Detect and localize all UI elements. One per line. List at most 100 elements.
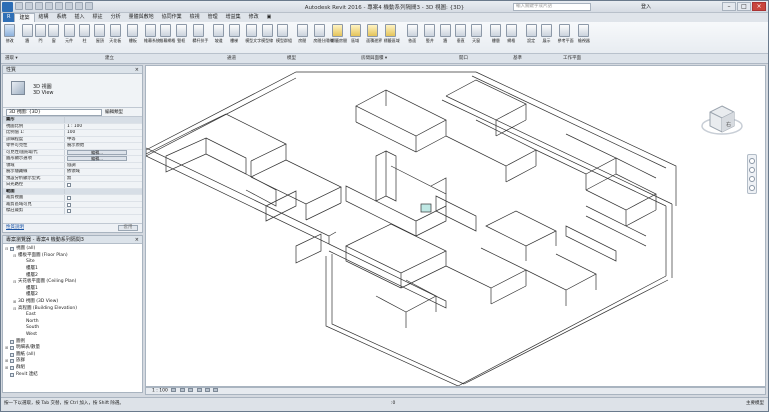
ribbon-tool-7[interactable]: 天花板 [109, 24, 122, 43]
orbit-icon[interactable] [749, 185, 755, 191]
property-value[interactable]: 依領域 [65, 169, 142, 175]
panel-label-1[interactable]: 建立 [105, 55, 114, 61]
viewcube[interactable]: 右 [700, 98, 744, 142]
minimize-button[interactable]: – [722, 2, 736, 11]
ribbon-tool-25[interactable]: 豎井 [423, 24, 436, 43]
tree-item[interactable]: West [5, 332, 142, 339]
ribbon-tool-10[interactable]: 帷幕網格 [159, 24, 175, 43]
tree-item[interactable]: ⊞ 明細表/數量 [5, 345, 142, 352]
instance-selector[interactable]: 3D 視圖: {3D} [6, 108, 102, 116]
property-value[interactable]: 編輯... [65, 156, 142, 162]
edit-button[interactable]: 編輯... [67, 149, 127, 155]
ribbon-tool-13[interactable]: 坡道 [212, 24, 225, 43]
hide-isolate-icon[interactable] [213, 388, 219, 392]
property-value[interactable]: 100 [65, 130, 142, 136]
ribbon-tool-14[interactable]: 樓梯 [228, 24, 241, 43]
tree-item[interactable]: Site [5, 259, 142, 266]
pan-icon[interactable] [749, 167, 755, 173]
tree-item[interactable]: 樓層2 [5, 292, 142, 299]
property-value[interactable] [65, 195, 142, 201]
tree-item[interactable]: South [5, 325, 142, 332]
apply-button[interactable]: 套用 [118, 225, 138, 231]
ribbon-tool-2[interactable]: 門 [34, 24, 47, 43]
tab-13[interactable]: ▣ [263, 13, 276, 22]
ribbon-tool-11[interactable]: 豎框 [175, 24, 188, 43]
ribbon-tool-9[interactable]: 帷幕系統 [144, 24, 160, 43]
tree-item[interactable]: 樓層1 [5, 266, 142, 273]
property-value[interactable]: 中等 [65, 137, 142, 143]
tab-6[interactable]: 分析 [107, 13, 125, 22]
ribbon-tool-24[interactable]: 依面 [406, 24, 419, 43]
type-selector[interactable]: 3D 視圖 3D View [3, 74, 142, 108]
sun-path-icon[interactable] [188, 388, 194, 392]
tab-12[interactable]: 修改 [245, 13, 263, 22]
tab-1[interactable]: 建築 [14, 13, 35, 22]
ribbon-tool-8[interactable]: 樓板 [126, 24, 139, 43]
close-button[interactable]: × [752, 2, 766, 11]
tree-item[interactable]: 圖紙 (all) [5, 352, 142, 359]
property-value[interactable]: 協調 [65, 163, 142, 169]
checkbox[interactable] [67, 196, 71, 200]
ribbon-tool-3[interactable]: 窗 [47, 24, 60, 43]
property-value[interactable] [65, 202, 142, 208]
property-value[interactable] [65, 208, 142, 214]
panel-label-3[interactable]: 模型 [287, 55, 296, 61]
checkbox[interactable] [67, 202, 71, 207]
detail-level-icon[interactable] [171, 388, 177, 392]
ribbon-tool-28[interactable]: 天窗 [470, 24, 483, 43]
tab-2[interactable]: 結構 [35, 13, 53, 22]
ribbon-tool-1[interactable]: 牆 [21, 24, 34, 43]
crop-view-icon[interactable] [205, 388, 211, 392]
ribbon-tool-12[interactable]: 欄杆扶手 [192, 24, 208, 43]
ribbon-tool-20[interactable]: 標籤房間 [331, 24, 347, 43]
tree-item[interactable]: ⊞ 族群 [5, 358, 142, 365]
steering-wheel-icon[interactable] [749, 158, 755, 164]
tree-item[interactable]: ⊟ 天花板平面圖 (Ceiling Plan) [5, 279, 142, 286]
tree-item[interactable]: ⊞ 群組 [5, 365, 142, 372]
panel-label-4[interactable]: 房間與面積 ▾ [361, 55, 387, 61]
ribbon-tool-17[interactable]: 模型群組 [276, 24, 292, 43]
tab-11[interactable]: 增益集 [222, 13, 245, 22]
maximize-button[interactable]: □ [737, 2, 751, 11]
ribbon-tool-33[interactable]: 參考平面 [558, 24, 574, 43]
properties-help-link[interactable]: 性質說明 [6, 225, 24, 230]
3d-viewport[interactable]: 右 [145, 65, 766, 387]
panel-label-0[interactable]: 選取 ▾ [5, 55, 18, 61]
panel-label-6[interactable]: 基準 [513, 55, 522, 61]
tree-item[interactable]: ⊟ 高程圖 (Building Elevation) [5, 305, 142, 312]
ribbon-tool-0[interactable]: 修改 [3, 24, 16, 43]
property-value[interactable]: 展示原始 [65, 143, 142, 149]
search-input[interactable]: 輸入關鍵字或片語 [513, 3, 591, 11]
panel-label-7[interactable]: 工作平面 [563, 55, 581, 61]
tab-5[interactable]: 標註 [89, 13, 107, 22]
ribbon-tool-19[interactable]: 房間分隔線 [313, 24, 333, 43]
ribbon-tool-27[interactable]: 垂直 [454, 24, 467, 43]
tab-3[interactable]: 系統 [53, 13, 71, 22]
tab-9[interactable]: 檢視 [186, 13, 204, 22]
checkbox[interactable] [67, 209, 71, 213]
ribbon-tool-29[interactable]: 樓層 [489, 24, 502, 43]
ribbon-tool-31[interactable]: 設定 [525, 24, 538, 43]
tree-item[interactable]: ⊟ 視圖 (all) [5, 246, 142, 253]
checkbox[interactable] [67, 183, 71, 187]
zoom-icon[interactable] [749, 176, 755, 182]
edit-type-button[interactable]: 編輯類型 [105, 109, 123, 115]
active-workset[interactable]: 主要模型 [746, 398, 764, 410]
shadows-icon[interactable] [196, 388, 202, 392]
ribbon-tool-34[interactable]: 檢視器 [577, 24, 590, 43]
tab-10[interactable]: 管理 [204, 13, 222, 22]
ribbon-tool-26[interactable]: 牆 [439, 24, 452, 43]
tab-0[interactable]: R [3, 13, 15, 22]
close-icon[interactable]: × [135, 66, 139, 74]
property-value[interactable]: 無 [65, 176, 142, 182]
property-value[interactable]: 編輯... [65, 149, 142, 156]
ribbon-tool-5[interactable]: 柱 [78, 24, 91, 43]
property-value[interactable]: 1 : 100 [65, 124, 142, 130]
login-button[interactable]: 登入 [641, 3, 651, 10]
view-scale[interactable]: 1 : 100 [152, 389, 168, 394]
navigation-bar[interactable] [747, 154, 757, 194]
panel-label-5[interactable]: 開口 [459, 55, 468, 61]
ribbon-tool-23[interactable]: 標籤區域 [384, 24, 400, 43]
close-icon[interactable]: × [135, 236, 139, 244]
ribbon-tool-16[interactable]: 模型線 [261, 24, 274, 43]
